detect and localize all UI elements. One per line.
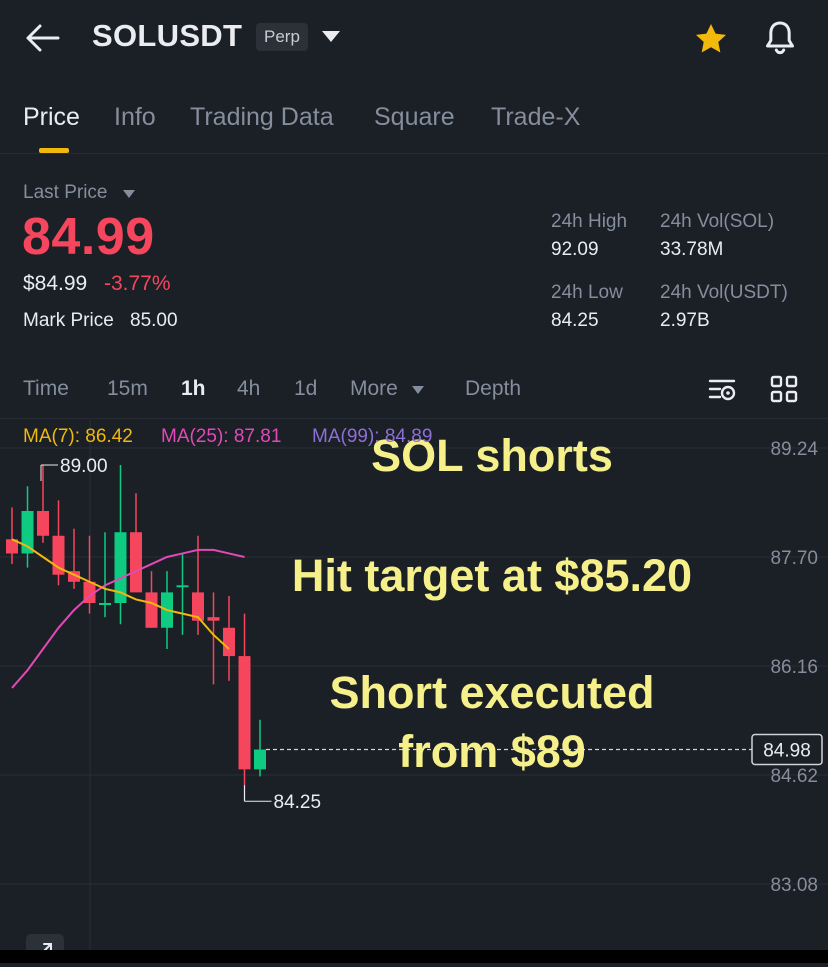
- caret-down-icon: [322, 31, 340, 42]
- favorite-button[interactable]: [692, 20, 730, 58]
- bell-icon: [766, 21, 794, 55]
- candle: [176, 553, 189, 635]
- y-tick-label: 86.16: [770, 657, 818, 678]
- candle: [145, 571, 158, 628]
- low-24h-value: 84.25: [551, 310, 599, 331]
- tab-trading-data[interactable]: Trading Data: [190, 103, 334, 132]
- candle: [6, 507, 18, 565]
- tab-trade-x[interactable]: Trade-X: [491, 103, 580, 132]
- vol-usdt-value: 2.97B: [660, 310, 710, 331]
- candle: [52, 500, 65, 586]
- back-arrow-icon: [26, 24, 60, 52]
- symbol-dropdown[interactable]: [318, 27, 344, 47]
- high-24h-value: 92.09: [551, 239, 599, 260]
- mark-price-label: Mark Price: [23, 310, 114, 331]
- y-tick-label: 84.62: [770, 766, 818, 787]
- tf-1d[interactable]: 1d: [294, 377, 317, 401]
- tf-15m[interactable]: 15m: [107, 377, 148, 401]
- vol-sol-value: 33.78M: [660, 239, 724, 260]
- mark-price-value: 85.00: [130, 310, 178, 331]
- caret-down-icon[interactable]: [122, 189, 136, 199]
- tab-info[interactable]: Info: [114, 103, 156, 132]
- candle: [37, 464, 49, 543]
- tf-4h[interactable]: 4h: [237, 377, 260, 401]
- candle: [130, 493, 142, 593]
- price-change-percent: -3.77%: [104, 272, 171, 295]
- low-24h-label: 24h Low: [551, 282, 623, 303]
- star-icon: [695, 23, 727, 53]
- low-marker-label: 84.25: [274, 792, 322, 813]
- layout-button[interactable]: [768, 373, 800, 405]
- ma25-indicator: MA(25): 87.81: [161, 426, 282, 447]
- tf-more[interactable]: More: [350, 377, 398, 401]
- tab-square[interactable]: Square: [374, 103, 455, 132]
- ma7-indicator: MA(7): 86.42: [23, 426, 133, 447]
- high-marker-label: 89.00: [60, 456, 108, 477]
- current-price-tag: 84.98: [751, 733, 823, 766]
- alerts-button[interactable]: [760, 18, 800, 58]
- candle: [238, 613, 251, 802]
- current-price-value: 84.98: [763, 741, 811, 762]
- annotation-target: Hit target at $85.20: [292, 550, 692, 601]
- chart-settings-icon: [708, 379, 736, 401]
- candle: [99, 532, 111, 618]
- perp-badge: Perp: [256, 23, 308, 51]
- tf-depth[interactable]: Depth: [465, 377, 521, 401]
- candle: [21, 486, 34, 568]
- y-tick-label: 83.08: [770, 875, 818, 896]
- ma99-indicator: MA(99): 84.89: [312, 426, 433, 447]
- price-chart[interactable]: 89.24 87.70 86.16 84.62 83.08 84.98 89.00 84…: [0, 420, 828, 963]
- last-price-selector[interactable]: Last Price: [23, 182, 107, 204]
- high-marker: 89.00: [40, 456, 108, 481]
- y-tick-label: 89.24: [770, 439, 818, 460]
- annotation-entry: from $89: [398, 726, 586, 777]
- last-price: 84.99: [22, 208, 155, 266]
- divider: [0, 153, 828, 154]
- symbol-title[interactable]: SOLUSDT: [92, 18, 242, 54]
- candle: [223, 595, 235, 681]
- bottom-edge: [0, 950, 828, 963]
- annotation-executed: Short executed: [329, 667, 654, 718]
- caret-down-icon[interactable]: [411, 385, 425, 395]
- divider: [0, 418, 828, 419]
- y-tick-label: 87.70: [770, 548, 818, 569]
- back-button[interactable]: [24, 22, 60, 54]
- tf-time[interactable]: Time: [23, 377, 69, 401]
- candle: [83, 535, 96, 614]
- vol-usdt-label: 24h Vol(USDT): [660, 282, 788, 303]
- grid-icon: [770, 375, 798, 403]
- usd-price: $84.99: [23, 272, 88, 295]
- candle: [114, 464, 127, 625]
- tf-1h[interactable]: 1h: [181, 377, 206, 401]
- low-marker: 84.25: [244, 785, 322, 813]
- candle: [254, 719, 266, 777]
- candle: [68, 528, 80, 589]
- high-24h-label: 24h High: [551, 211, 628, 232]
- vol-sol-label: 24h Vol(SOL): [660, 211, 775, 232]
- tab-price[interactable]: Price: [23, 103, 80, 132]
- chart-settings-button[interactable]: [706, 373, 740, 405]
